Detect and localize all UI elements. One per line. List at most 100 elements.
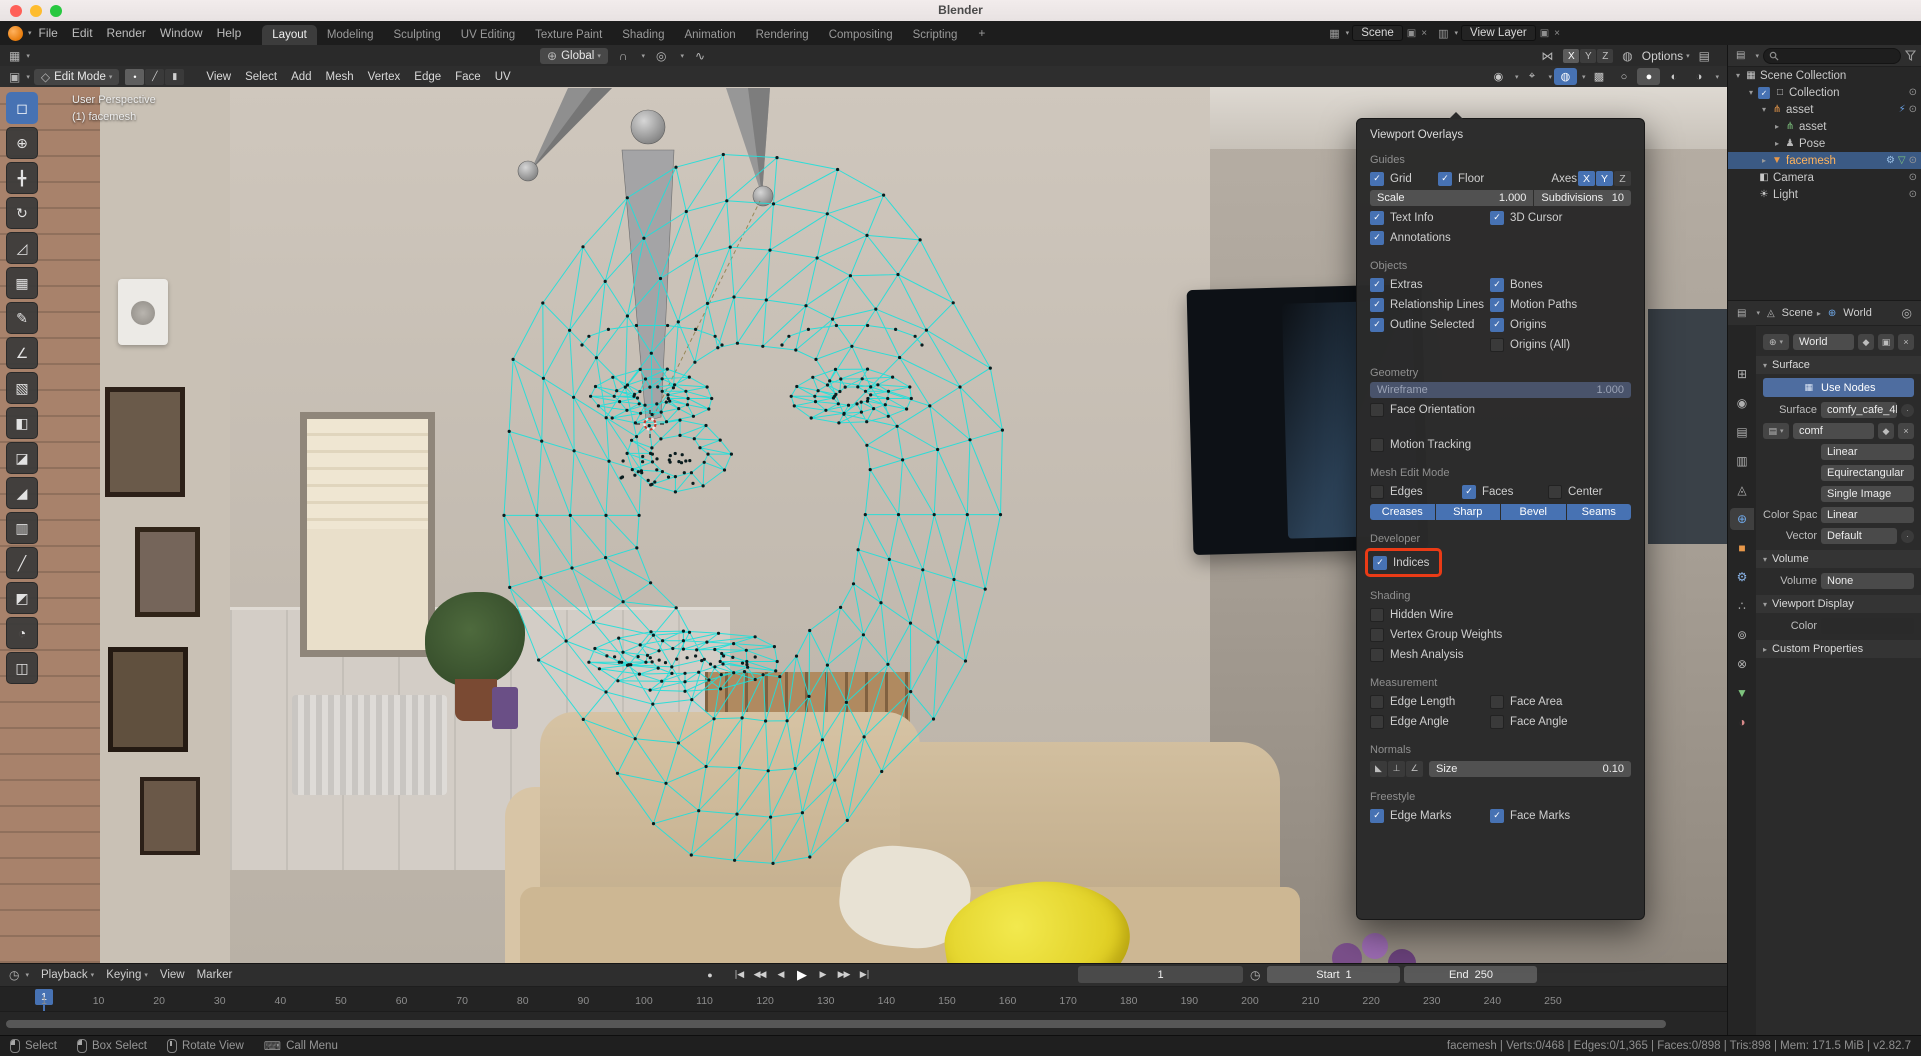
filter-funnel-icon[interactable] xyxy=(1905,50,1916,61)
eye-icon[interactable]: ⊙ xyxy=(1909,172,1917,183)
overlay-toggle-origins[interactable]: Origins xyxy=(1490,318,1631,332)
projection-dropdown[interactable]: Equirectangular xyxy=(1821,465,1914,481)
overlay-toggle-bones[interactable]: Bones xyxy=(1490,278,1631,292)
extrude-region-tool-button[interactable]: ◧ xyxy=(6,407,38,439)
keying-menu[interactable]: Keying▾ xyxy=(106,969,148,981)
workspace-tab-scripting[interactable]: Scripting xyxy=(903,25,968,45)
mode-dropdown[interactable]: ◇ Edit Mode ▾ xyxy=(34,69,120,85)
checkbox-annotations[interactable] xyxy=(1370,231,1384,245)
view-layer-name[interactable]: View Layer xyxy=(1461,25,1536,41)
knife-tool-button[interactable]: ╱ xyxy=(6,547,38,579)
editor-type-icon[interactable]: ▣ xyxy=(6,70,23,84)
source-dropdown[interactable]: Single Image xyxy=(1821,486,1914,502)
grid-scale-field[interactable]: Scale1.000 xyxy=(1370,190,1533,206)
custom-properties-section-header[interactable]: ▸ Custom Properties xyxy=(1756,640,1921,658)
viewport-menu-vertex[interactable]: Vertex xyxy=(361,71,408,83)
split-normals-toggle[interactable]: ∠ xyxy=(1406,761,1423,777)
scene-selector[interactable]: ▦ ▾ Scene ▣ × xyxy=(1329,25,1428,41)
select-box-tool-button[interactable]: ◻ xyxy=(6,92,38,124)
viewport-display-section-header[interactable]: ▾ Viewport Display xyxy=(1756,595,1921,613)
outliner-item-camera[interactable]: ◧Camera⊙ xyxy=(1728,169,1921,186)
transform-tool-button[interactable]: ▦ xyxy=(6,267,38,299)
color-swatch[interactable] xyxy=(1821,618,1914,634)
chevron-down-icon[interactable]: ▾ xyxy=(1756,309,1760,317)
checkbox-edge_marks[interactable] xyxy=(1370,809,1384,823)
world-name-field[interactable]: World xyxy=(1793,334,1854,350)
chevron-down-icon[interactable]: ▾ xyxy=(26,52,30,60)
chevron-down-icon[interactable]: ▾ xyxy=(1548,73,1552,81)
properties-tab-constraints[interactable]: ⊗ xyxy=(1730,653,1754,675)
checkbox-motion_paths[interactable] xyxy=(1490,298,1504,312)
playback-menu[interactable]: Playback▾ xyxy=(41,969,94,981)
snap-options-icon[interactable]: ◍ xyxy=(1619,49,1635,63)
overlay-toggle-vgw[interactable]: Vertex Group Weights xyxy=(1370,628,1502,642)
chevron-down-icon[interactable]: ▾ xyxy=(1715,73,1719,81)
next-frame-button[interactable]: ▶ xyxy=(813,966,832,983)
properties-tab-modifiers[interactable]: ⚙ xyxy=(1730,566,1754,588)
properties-tab-view-layer[interactable]: ▥ xyxy=(1730,450,1754,472)
checkbox-cursor_3d[interactable] xyxy=(1490,211,1504,225)
unlink-world-icon[interactable]: × xyxy=(1898,334,1914,350)
snap-icon[interactable]: ⚡ xyxy=(1899,104,1906,115)
add-cube-tool-button[interactable]: ▧ xyxy=(6,372,38,404)
preview-range-clock-icon[interactable]: ◷ xyxy=(1247,968,1263,982)
overlay-toggle-edge_marks[interactable]: Edge Marks xyxy=(1370,809,1490,823)
checkbox-edge_length[interactable] xyxy=(1370,695,1384,709)
checkbox-face_area[interactable] xyxy=(1490,695,1504,709)
outliner-item-asset[interactable]: ▾⋔asset⚡⊙ xyxy=(1728,101,1921,118)
proportional-editing-icon[interactable]: ◎ xyxy=(653,49,669,63)
jump-start-button[interactable]: ∣◀ xyxy=(729,966,748,983)
overlay-toggle-face_angle[interactable]: Face Angle xyxy=(1490,715,1631,729)
workspace-tab-animation[interactable]: Animation xyxy=(674,25,745,45)
new-view-layer-icon[interactable]: ▣ xyxy=(1539,28,1550,39)
workspace-tab-texture-paint[interactable]: Texture Paint xyxy=(525,25,612,45)
fake-user-shield-icon[interactable]: ◆ xyxy=(1858,334,1874,350)
move-tool-button[interactable]: ╋ xyxy=(6,162,38,194)
menu-file[interactable]: File xyxy=(32,26,65,40)
checkbox-edge_angle[interactable] xyxy=(1370,715,1384,729)
shading-material-icon[interactable]: ◐ xyxy=(1662,68,1685,85)
armature-bones[interactable] xyxy=(518,88,773,421)
overlay-toggle-edge_angle[interactable]: Edge Angle xyxy=(1370,715,1490,729)
overlays-toggle-icon[interactable]: ◍ xyxy=(1554,68,1577,85)
gizmos-toggle-icon[interactable]: ⌖ xyxy=(1520,68,1543,85)
chevron-down-icon[interactable]: ▾ xyxy=(641,52,645,60)
vertex-select-mode-button[interactable]: • xyxy=(125,69,144,85)
overlay-toggle-indices[interactable]: Indices xyxy=(1373,556,1429,570)
play-button[interactable]: ▶ xyxy=(792,966,811,983)
workspace-tab-rendering[interactable]: Rendering xyxy=(746,25,819,45)
properties-tab-output[interactable]: ▤ xyxy=(1730,421,1754,443)
vector-dropdown[interactable]: Default xyxy=(1821,528,1897,544)
shear-tool-button[interactable]: ◫ xyxy=(6,652,38,684)
start-frame-field[interactable]: Start 1 xyxy=(1267,966,1400,983)
disclosure-triangle-icon[interactable]: ▸ xyxy=(1758,156,1770,165)
overlay-toggle-mesh_analysis[interactable]: Mesh Analysis xyxy=(1370,648,1464,662)
mirror-axis-z[interactable]: Z xyxy=(1597,49,1613,63)
wireframe-slider[interactable]: Wireframe1.000 xyxy=(1370,382,1631,398)
properties-tab-world[interactable]: ⊕ xyxy=(1730,508,1754,530)
current-frame-field[interactable]: 1 xyxy=(1078,966,1243,983)
viewport-menu-add[interactable]: Add xyxy=(284,71,318,83)
viewport-menu-select[interactable]: Select xyxy=(238,71,284,83)
workspace-tab-layout[interactable]: Layout xyxy=(262,25,317,45)
overlay-toggle-motion_tracking[interactable]: Motion Tracking xyxy=(1370,438,1471,452)
shading-rendered-icon[interactable]: ◑ xyxy=(1687,68,1710,85)
overlay-toggle-relationship_lines[interactable]: Relationship Lines xyxy=(1370,298,1490,312)
cursor-tool-button[interactable]: ⊕ xyxy=(6,127,38,159)
new-world-icon[interactable]: ▣ xyxy=(1878,334,1894,350)
properties-editor-icon[interactable]: ▤ xyxy=(1734,308,1749,319)
vertex-group-icon[interactable]: ▽ xyxy=(1898,155,1906,166)
edge-button-bevel[interactable]: Bevel xyxy=(1501,504,1566,520)
unlink-image-icon[interactable]: × xyxy=(1898,423,1914,439)
surface-section-header[interactable]: ▾ Surface xyxy=(1756,356,1921,374)
snap-magnet-icon[interactable]: ∩ xyxy=(616,49,631,63)
edge-select-mode-button[interactable]: ╱ xyxy=(145,69,164,85)
prev-frame-button[interactable]: ◀ xyxy=(771,966,790,983)
modifier-icon[interactable]: ⚙ xyxy=(1886,155,1895,166)
outliner-item-asset[interactable]: ▸⋔asset xyxy=(1728,118,1921,135)
mirror-axis-y[interactable]: Y xyxy=(1580,49,1596,63)
disclosure-triangle-icon[interactable]: ▸ xyxy=(1771,122,1783,131)
overlay-toggle-origins_all[interactable]: Origins (All) xyxy=(1490,338,1631,352)
record-button[interactable]: ● xyxy=(700,966,719,983)
face-select-mode-button[interactable]: ▮ xyxy=(165,69,184,85)
